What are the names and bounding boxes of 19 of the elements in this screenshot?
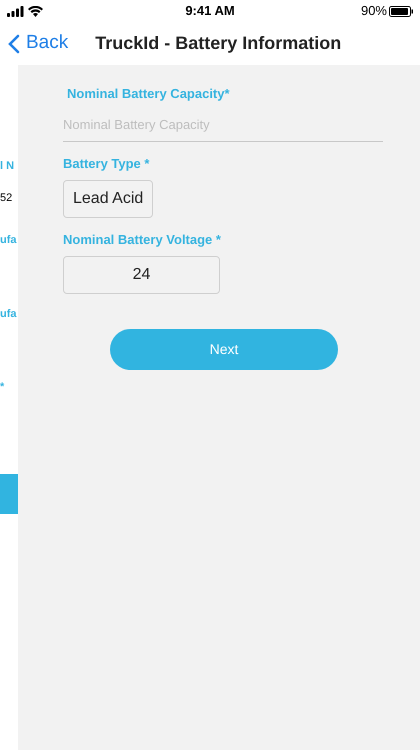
cut-off-text: * [0,380,6,394]
cut-off-text: l N [0,159,16,173]
screen-title: TruckId - Battery Information [95,32,342,55]
field-label: Battery Type * [63,156,150,172]
cut-off-text: 52 [0,191,14,205]
chevron-left-icon [8,34,20,54]
cut-off-text: ufa [0,307,18,321]
signal-icon [7,6,24,16]
wifi-icon [28,6,43,16]
cut-off-text: ufa [0,233,18,247]
voltage-select[interactable]: 24 [63,256,220,294]
partial-button[interactable] [0,474,18,514]
battery-type-select[interactable]: Lead Acid [63,180,154,218]
back-button[interactable]: Back [8,29,68,58]
field-label: Nominal Battery Capacity* [67,86,230,102]
status-time: 9:41 AM [185,2,235,20]
battery-percent: 90% [360,2,387,20]
field-label: Nominal Battery Voltage * [63,232,221,248]
battery-icon [389,6,413,16]
